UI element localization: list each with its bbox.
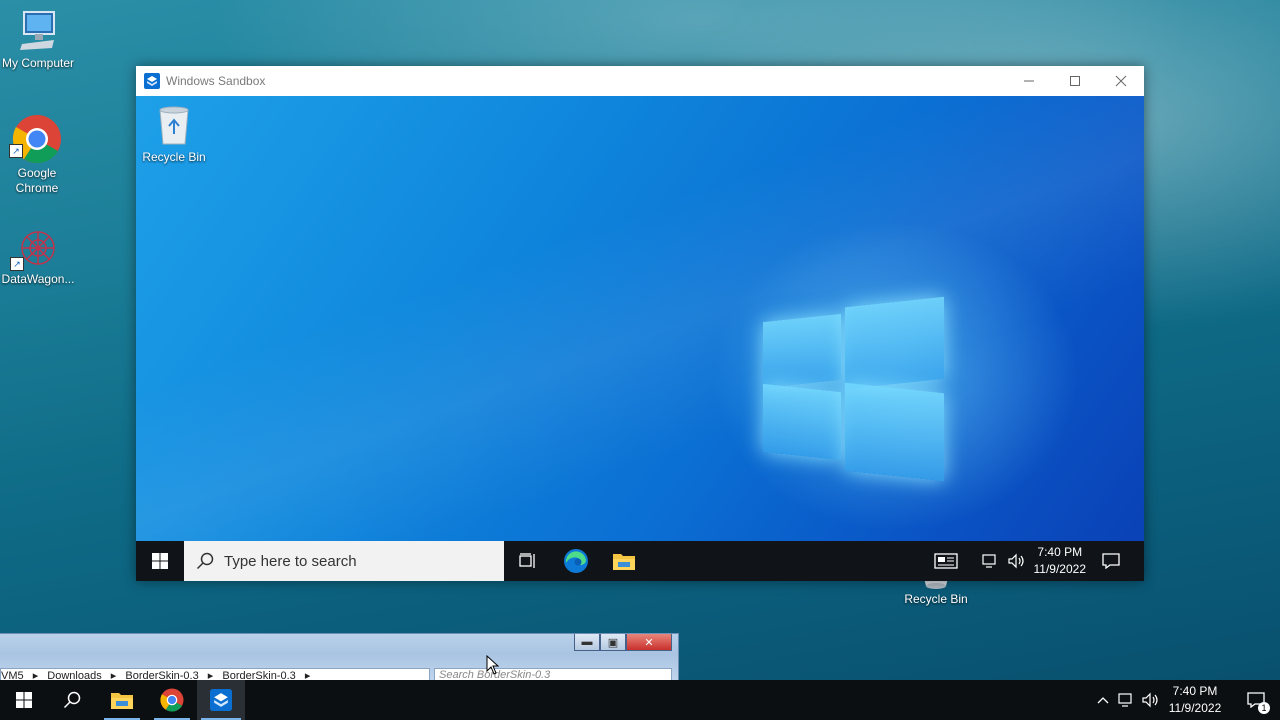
windows-logo-pane [763, 313, 841, 389]
notification-icon [1102, 553, 1120, 569]
show-hidden-icons-button[interactable] [1090, 680, 1116, 720]
desktop-icon-datawagon[interactable]: ↗ DataWagon... [0, 226, 76, 287]
sandbox-app-icon [144, 73, 160, 89]
network-button[interactable] [978, 541, 1002, 581]
desktop-icon-google-chrome[interactable]: ↗ Google Chrome [0, 114, 75, 196]
sandbox-app-icon [210, 689, 232, 711]
chevron-up-icon [1097, 697, 1109, 704]
network-icon [1118, 693, 1132, 707]
maximize-icon [1070, 76, 1080, 86]
desktop-icon-label: Recycle Bin [904, 592, 968, 606]
computer-icon [20, 11, 55, 50]
minimize-icon [1024, 80, 1034, 82]
sandbox-recycle-bin[interactable]: Recycle Bin [138, 104, 210, 164]
minimize-icon: ▬ [581, 636, 593, 648]
recycle-bin-icon [159, 106, 189, 145]
volume-icon [1008, 553, 1024, 569]
close-icon [1115, 75, 1127, 87]
windows-start-icon [152, 553, 168, 569]
windows-logo-pane [845, 382, 944, 482]
task-view-button[interactable] [504, 541, 552, 581]
chrome-button[interactable] [148, 680, 196, 720]
news-widget-button[interactable] [926, 541, 966, 581]
file-explorer-button[interactable] [600, 541, 648, 581]
minimize-button[interactable] [1006, 66, 1052, 96]
notification-badge: 1 [1258, 702, 1270, 714]
edge-icon [564, 549, 588, 573]
network-button[interactable] [1114, 680, 1138, 720]
clock-time: 7:40 PM [1172, 684, 1218, 698]
sandbox-start-button[interactable] [136, 541, 184, 581]
task-view-icon [519, 553, 535, 568]
sandbox-taskbar-button[interactable] [197, 680, 245, 720]
close-icon: ✕ [644, 636, 654, 649]
explorer-minimize-button[interactable]: ▬ [574, 634, 600, 651]
desktop-icon-label: DataWagon... [1, 272, 75, 286]
explorer-window-controls: ▬ ▣ ✕ [574, 634, 672, 651]
folder-icon [111, 693, 133, 709]
folder-icon [613, 554, 635, 570]
search-icon [196, 552, 214, 570]
news-icon [934, 553, 958, 569]
file-explorer-button[interactable] [98, 680, 146, 720]
mouse-cursor-icon [486, 655, 500, 675]
shortcut-arrow-icon: ↗ [10, 257, 24, 271]
chrome-icon [160, 688, 184, 712]
wallpaper-light-beam [136, 96, 1144, 581]
sandbox-clock[interactable]: 7:40 PM 11/9/2022 [1034, 544, 1087, 578]
windows-logo-pane [763, 383, 841, 461]
sandbox-taskbar: Type here to search 7:40 PM 11/9/2022 [136, 541, 1144, 581]
clock-date: 11/9/2022 [1033, 562, 1087, 576]
edge-button[interactable] [552, 541, 600, 581]
shortcut-arrow-icon: ↗ [9, 144, 23, 158]
explorer-close-button[interactable]: ✕ [626, 634, 672, 651]
notifications-button[interactable]: 1 [1232, 680, 1280, 720]
desktop-icon-label: Recycle Bin [142, 150, 206, 164]
start-button[interactable] [0, 680, 48, 720]
windows-start-icon [16, 692, 32, 708]
desktop-icon-my-computer[interactable]: My Computer [0, 10, 76, 71]
network-icon [982, 554, 996, 568]
close-button[interactable] [1098, 66, 1144, 96]
sandbox-title-bar[interactable]: Windows Sandbox [136, 66, 1144, 96]
desktop-icon-label: Google Chrome [15, 166, 59, 195]
clock-time: 7:40 PM [1037, 545, 1083, 559]
explorer-maximize-button[interactable]: ▣ [600, 634, 626, 651]
windows-logo-pane [845, 296, 944, 390]
notifications-button[interactable] [1094, 541, 1128, 581]
taskbar-clock[interactable]: 7:40 PM 11/9/2022 [1165, 683, 1225, 717]
sandbox-window[interactable]: Windows Sandbox Recycle Bin Type here to… [136, 66, 1144, 581]
maximize-button[interactable] [1052, 66, 1098, 96]
maximize-icon: ▣ [607, 636, 619, 649]
clock-date: 11/9/2022 [1168, 701, 1222, 715]
volume-icon [1142, 692, 1158, 708]
taskbar: 7:40 PM 11/9/2022 1 [0, 680, 1280, 720]
search-button[interactable] [48, 680, 96, 720]
desktop-icon-label: My Computer [1, 56, 75, 70]
search-icon [63, 691, 81, 709]
sandbox-search-box[interactable]: Type here to search [184, 541, 504, 581]
sandbox-desktop[interactable]: Recycle Bin Type here to search 7:40 PM … [136, 96, 1144, 581]
volume-button[interactable] [1004, 541, 1028, 581]
volume-button[interactable] [1138, 680, 1162, 720]
search-placeholder: Type here to search [224, 552, 357, 570]
window-title: Windows Sandbox [166, 74, 266, 88]
explorer-window[interactable]: ▬ ▣ ✕ VM5 ▸ Downloads ▸ BorderSkin-0.3 ▸… [0, 633, 679, 685]
